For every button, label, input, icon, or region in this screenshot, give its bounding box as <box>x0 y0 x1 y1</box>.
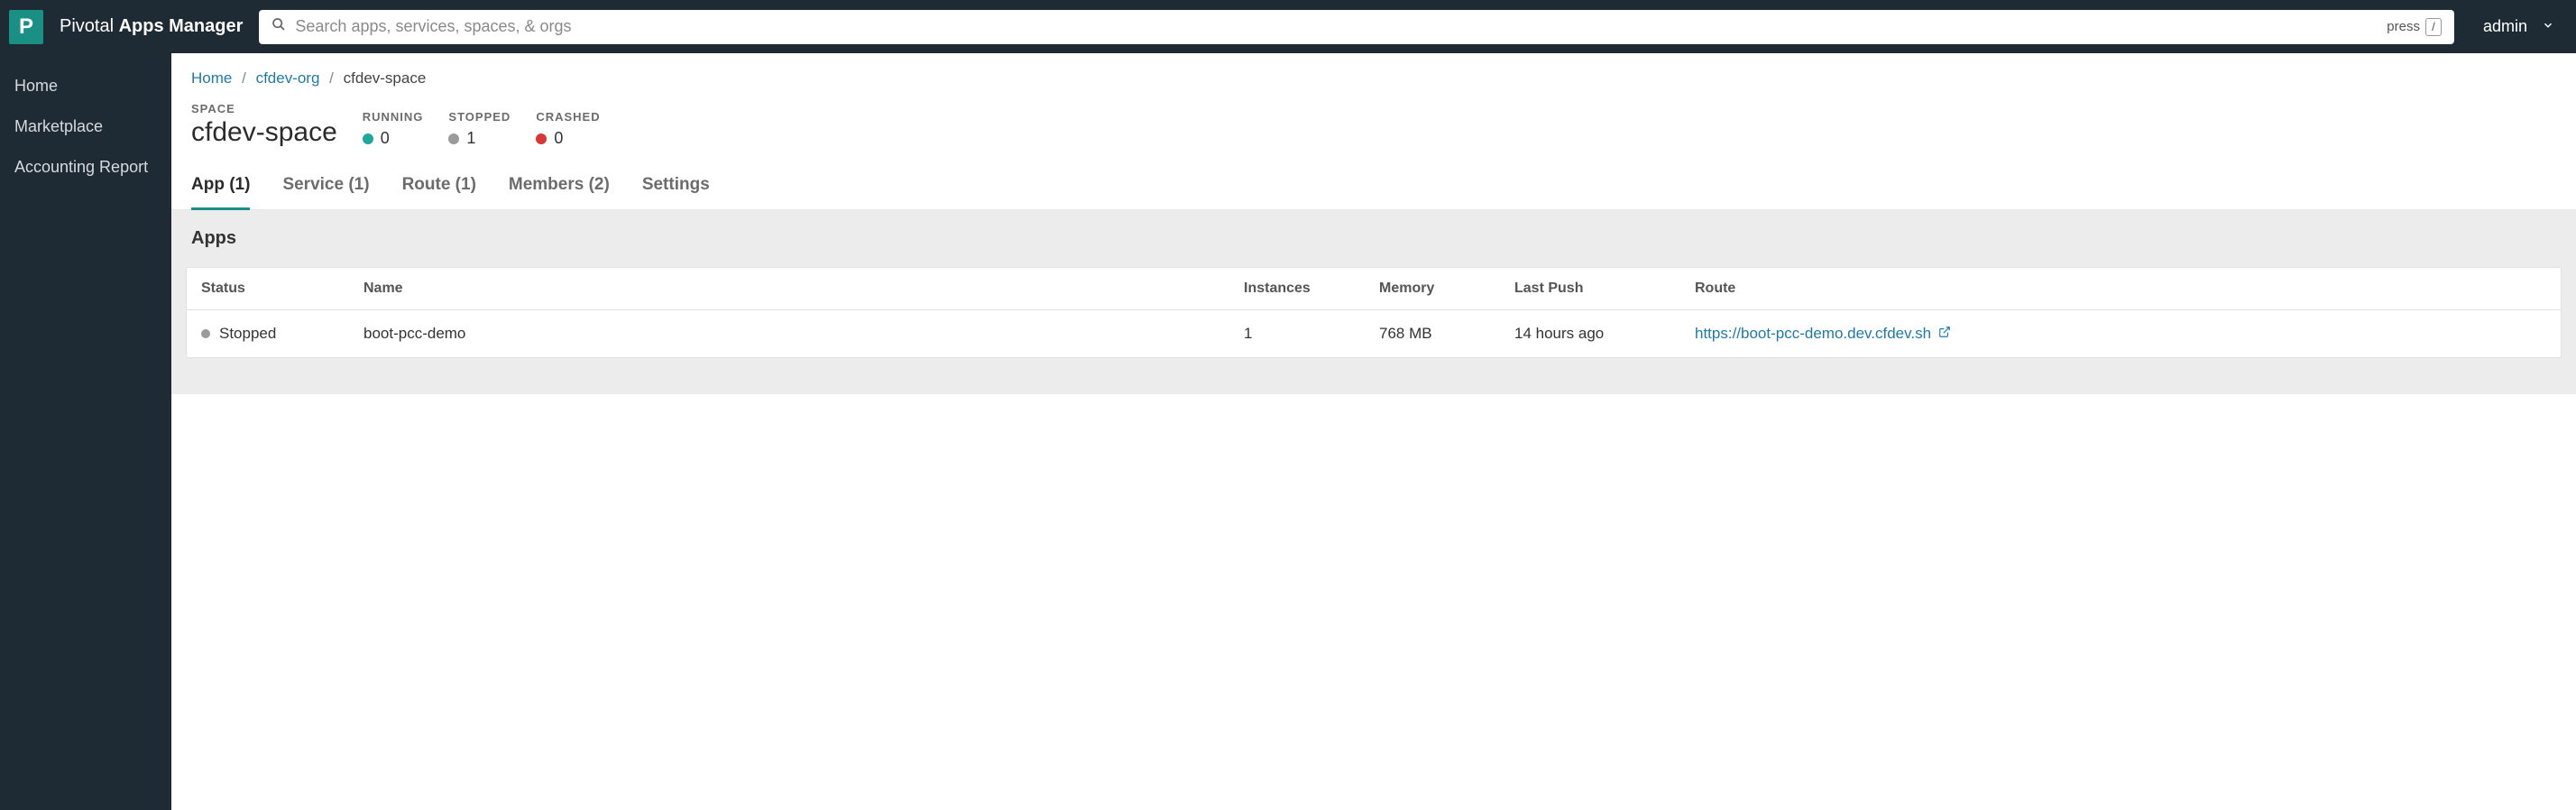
logo: P <box>9 10 43 44</box>
stat-running: RUNNING 0 <box>363 110 424 148</box>
space-title-block: SPACE cfdev-space <box>191 102 337 148</box>
apps-section: Apps Status Name Instances Memory Last P… <box>171 210 2576 394</box>
crashed-dot-icon <box>536 133 547 144</box>
stat-stopped: STOPPED 1 <box>448 110 511 148</box>
cell-memory: 768 MB <box>1365 310 1500 357</box>
breadcrumb-home[interactable]: Home <box>191 69 232 87</box>
route-link[interactable]: https://boot-pcc-demo.dev.cfdev.sh <box>1695 325 1951 343</box>
space-label: SPACE <box>191 102 337 115</box>
stat-running-label: RUNNING <box>363 110 424 124</box>
user-menu[interactable]: admin <box>2470 17 2554 36</box>
apps-table-header: Status Name Instances Memory Last Push R… <box>187 268 2561 310</box>
space-header: SPACE cfdev-space RUNNING 0 STOPPED 1 CR… <box>171 97 2576 166</box>
apps-section-title: Apps <box>186 210 2562 267</box>
cell-instances: 1 <box>1229 310 1365 357</box>
col-last-push: Last Push <box>1500 268 1680 309</box>
table-row[interactable]: Stopped boot-pcc-demo 1 768 MB 14 hours … <box>187 310 2561 357</box>
route-link-text: https://boot-pcc-demo.dev.cfdev.sh <box>1695 325 1931 343</box>
running-dot-icon <box>363 133 373 144</box>
apps-table: Status Name Instances Memory Last Push R… <box>186 267 2562 358</box>
sidebar: Home Marketplace Accounting Report <box>0 53 171 810</box>
brand-title: Pivotal Apps Manager <box>60 16 243 37</box>
search-icon <box>271 17 286 36</box>
col-memory: Memory <box>1365 268 1500 309</box>
col-status: Status <box>187 268 349 309</box>
tabs: App (1) Service (1) Route (1) Members (2… <box>171 166 2576 210</box>
breadcrumb-org[interactable]: cfdev-org <box>256 69 320 87</box>
stopped-dot-icon <box>448 133 459 144</box>
tab-service[interactable]: Service (1) <box>282 166 369 210</box>
sidebar-item-marketplace[interactable]: Marketplace <box>0 106 171 147</box>
press-label: press <box>2387 19 2420 34</box>
col-name: Name <box>349 268 1229 309</box>
topbar: P Pivotal Apps Manager press / admin <box>0 0 2576 53</box>
cell-last-push: 14 hours ago <box>1500 310 1680 357</box>
sidebar-item-accounting-report[interactable]: Accounting Report <box>0 147 171 188</box>
search-input[interactable] <box>295 17 2378 36</box>
stat-crashed-value: 0 <box>554 129 563 148</box>
stat-stopped-label: STOPPED <box>448 110 511 124</box>
cell-status-text: Stopped <box>219 325 276 343</box>
search-shortcut-hint: press / <box>2387 18 2442 36</box>
tab-settings[interactable]: Settings <box>642 166 710 210</box>
search-bar[interactable]: press / <box>259 10 2454 44</box>
stat-crashed-label: CRASHED <box>536 110 600 124</box>
brand-bold: Apps Manager <box>119 16 244 36</box>
breadcrumb-current: cfdev-space <box>344 69 427 87</box>
tab-app[interactable]: App (1) <box>191 166 250 210</box>
user-name: admin <box>2483 17 2527 36</box>
stat-running-value: 0 <box>381 129 390 148</box>
sidebar-item-home[interactable]: Home <box>0 66 171 106</box>
breadcrumb-separator: / <box>324 69 339 87</box>
external-link-icon <box>1938 325 1951 343</box>
status-dot-icon <box>201 329 210 338</box>
press-key: / <box>2425 18 2442 36</box>
stat-stopped-value: 1 <box>466 129 475 148</box>
cell-status: Stopped <box>187 310 349 357</box>
cell-name: boot-pcc-demo <box>349 310 1229 357</box>
stat-crashed: CRASHED 0 <box>536 110 600 148</box>
breadcrumb-separator: / <box>236 69 252 87</box>
main-content: Home / cfdev-org / cfdev-space SPACE cfd… <box>171 53 2576 810</box>
brand-prefix: Pivotal <box>60 16 119 36</box>
space-name: cfdev-space <box>191 117 337 148</box>
cell-route: https://boot-pcc-demo.dev.cfdev.sh <box>1680 310 2561 357</box>
col-instances: Instances <box>1229 268 1365 309</box>
breadcrumb: Home / cfdev-org / cfdev-space <box>171 53 2576 97</box>
chevron-down-icon <box>2542 17 2554 36</box>
tab-route[interactable]: Route (1) <box>402 166 476 210</box>
col-route: Route <box>1680 268 2561 309</box>
tab-members[interactable]: Members (2) <box>509 166 610 210</box>
